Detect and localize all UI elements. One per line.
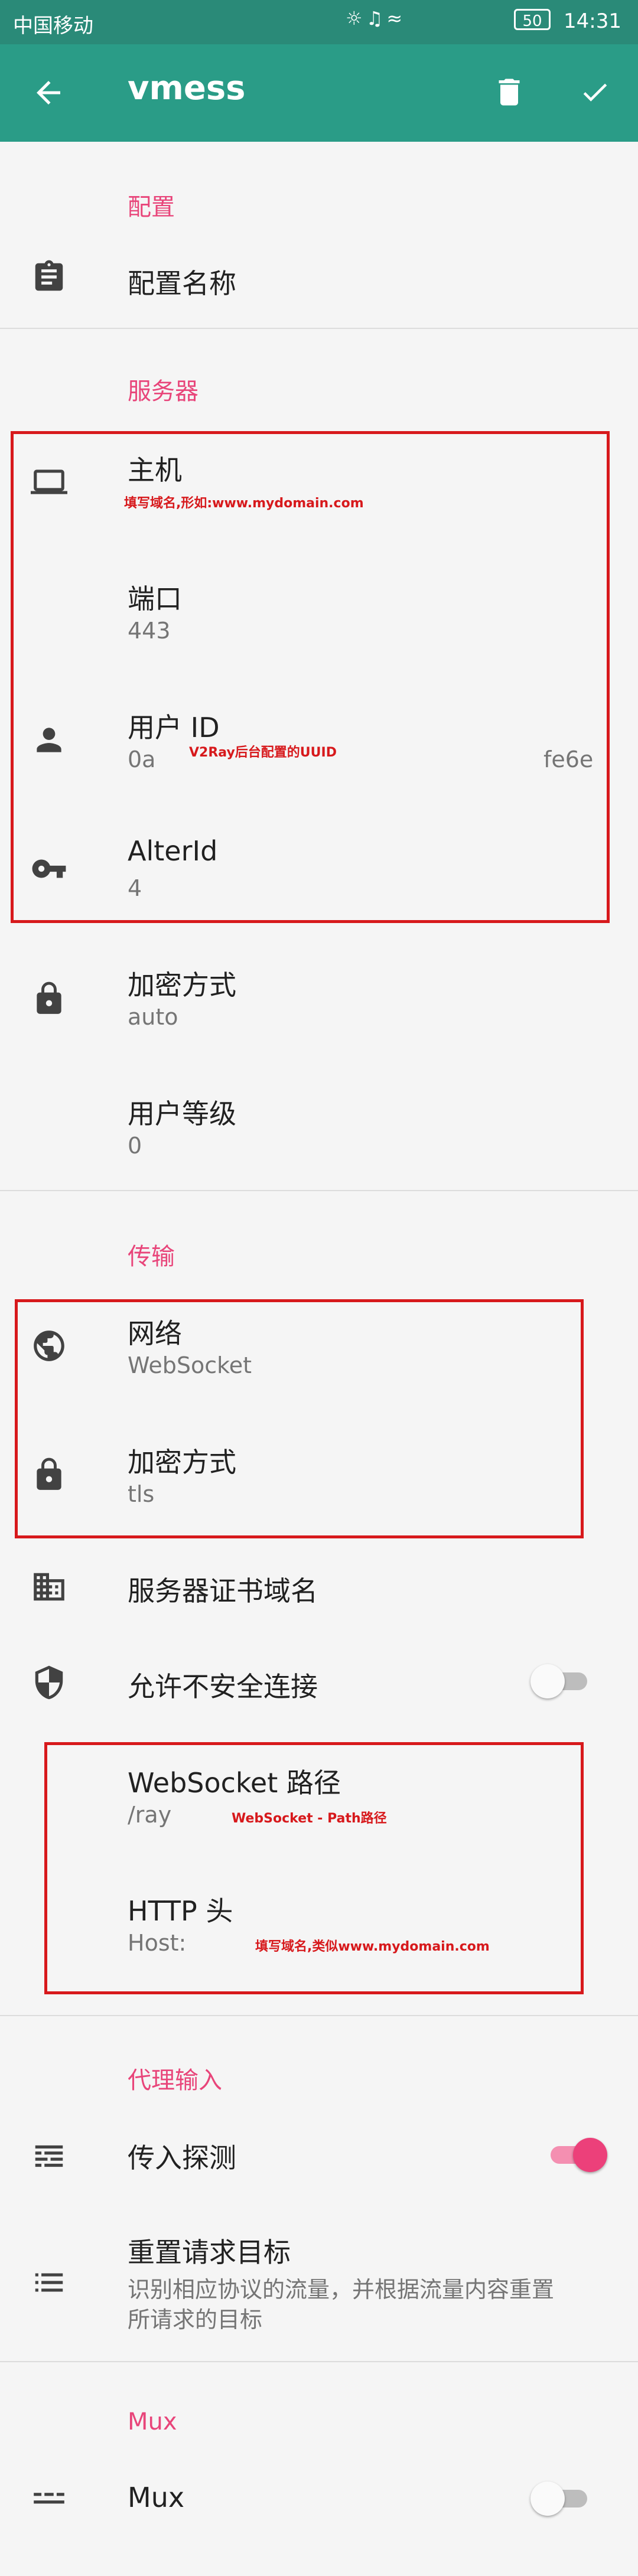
- config-name-item[interactable]: 配置名称: [128, 262, 236, 301]
- path-annotation: WebSocket - Path路径: [232, 1811, 387, 1826]
- status-icons: ☼♫≈: [346, 7, 406, 30]
- check-icon[interactable]: [577, 76, 613, 108]
- section-header-mux: Mux: [128, 2408, 177, 2435]
- transport-annotation-box: [15, 1299, 584, 1538]
- carrier-label: 中国移动: [13, 14, 93, 38]
- building-icon: [34, 1573, 64, 1601]
- divider: [0, 2361, 638, 2362]
- mux-toggle[interactable]: [530, 2480, 592, 2516]
- divider: [0, 2015, 638, 2016]
- user-level-item[interactable]: 用户等级: [128, 1093, 236, 1132]
- clipboard-icon: [35, 260, 63, 291]
- route-only-desc-2: 所请求的目标: [128, 2307, 263, 2333]
- trash-icon[interactable]: [491, 73, 527, 112]
- divider: [0, 328, 638, 329]
- battery-icon: 50: [514, 9, 551, 30]
- user-level-value: 0: [128, 1133, 142, 1159]
- status-bar: 中国移动 ☼♫≈ 50 14:31: [0, 0, 638, 44]
- allow-insecure-item[interactable]: 允许不安全连接: [128, 1665, 318, 1704]
- server-security-item[interactable]: 加密方式: [128, 964, 236, 1003]
- host-annotation: 填写域名,形如:www.mydomain.com: [124, 496, 364, 511]
- clock: 14:31: [564, 9, 621, 33]
- list-icon: [35, 2273, 63, 2292]
- section-header-server: 服务器: [128, 378, 198, 405]
- shield-icon: [35, 1665, 63, 1700]
- uuid-annotation: V2Ray后台配置的UUID: [189, 745, 337, 760]
- page-title: vmess: [128, 69, 246, 107]
- arrow-back-icon[interactable]: [31, 75, 66, 110]
- lock-icon: [37, 982, 61, 1014]
- sni-item[interactable]: 服务器证书域名: [128, 1570, 318, 1609]
- section-header-proxy-input: 代理输入: [128, 2067, 222, 2094]
- route-only-desc-1: 识别相应协议的流量，并根据流量内容重置: [128, 2277, 555, 2303]
- route-only-item[interactable]: 重置请求目标: [128, 2231, 291, 2270]
- app-bar: vmess: [0, 44, 638, 142]
- mux-icon: [34, 2493, 64, 2504]
- server-security-value: auto: [128, 1004, 178, 1030]
- dns-icon: [35, 2145, 63, 2167]
- divider: [0, 1190, 638, 1191]
- section-header-config: 配置: [128, 194, 175, 221]
- ws-annotation-box: [44, 1742, 584, 1994]
- sniffing-toggle[interactable]: [546, 2137, 607, 2172]
- section-header-transport: 传输: [128, 1243, 175, 1270]
- sniffing-item[interactable]: 传入探测: [128, 2137, 236, 2176]
- header-annotation: 填写域名,类似www.mydomain.com: [255, 1939, 490, 1954]
- allow-insecure-toggle[interactable]: [530, 1663, 592, 1698]
- mux-item[interactable]: Mux: [128, 2482, 184, 2513]
